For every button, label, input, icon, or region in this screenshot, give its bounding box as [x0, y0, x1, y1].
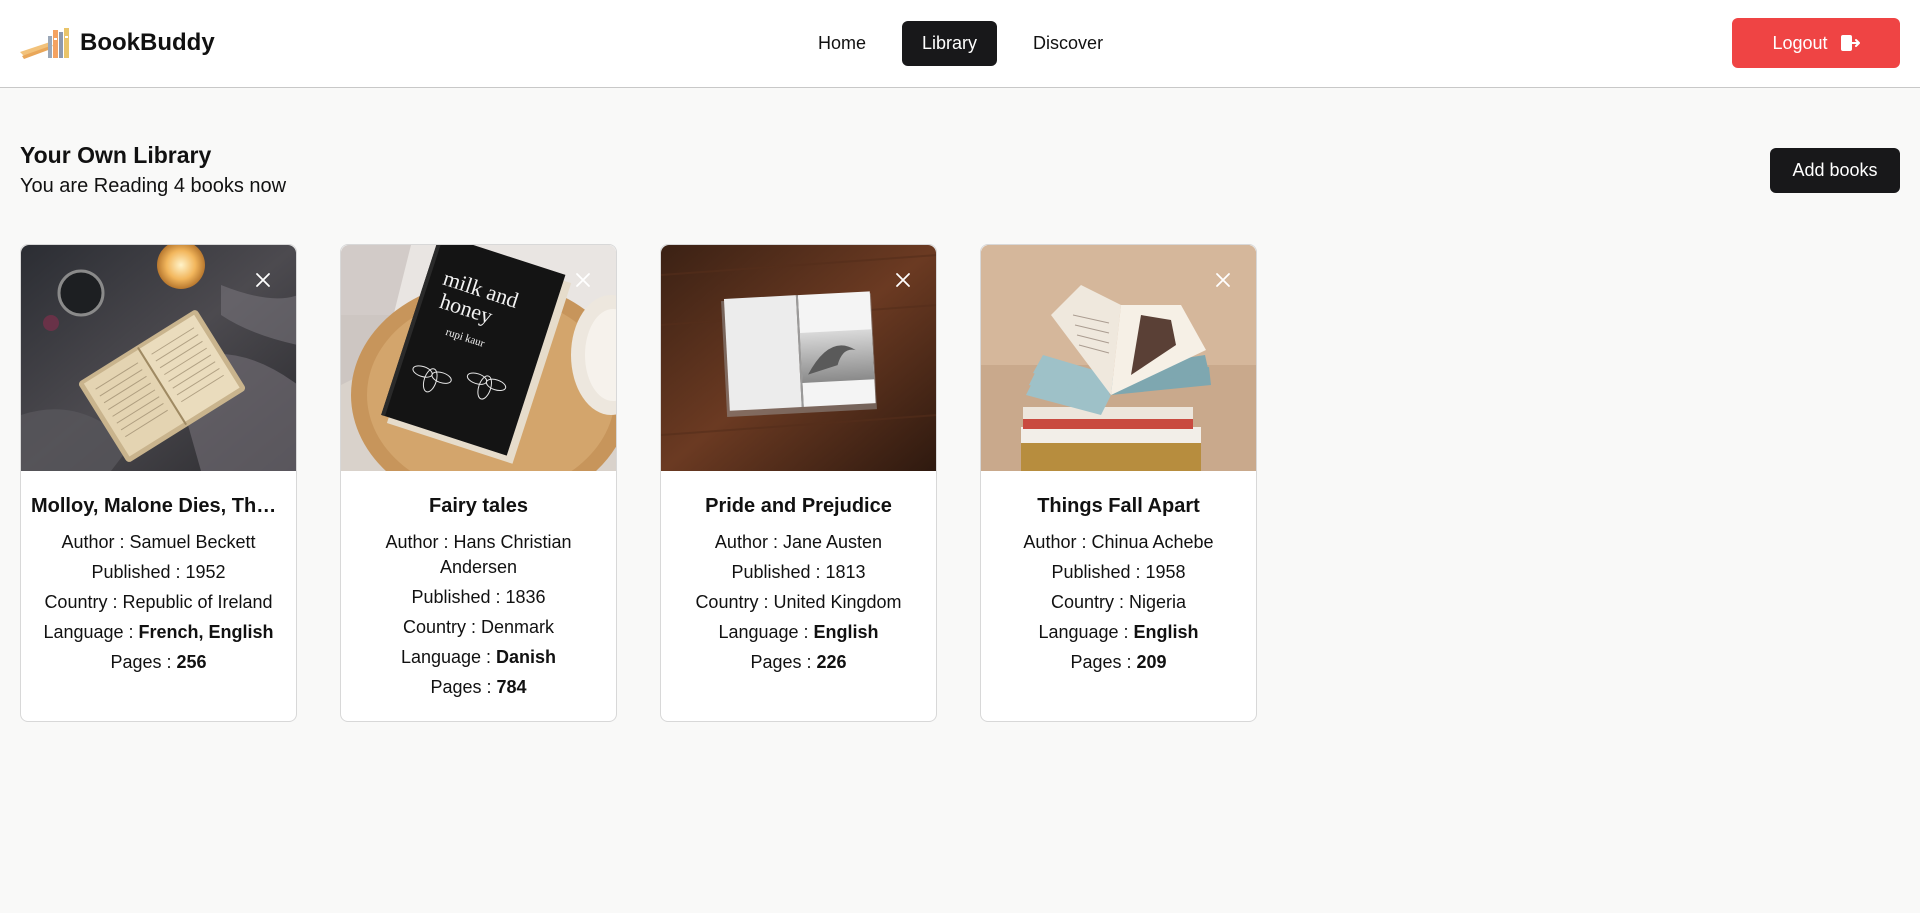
book-card[interactable]: Molloy, Malone Dies, The Unnamable, the …: [20, 244, 297, 722]
country-label: Country :: [1050, 592, 1129, 612]
language-label: Language :: [43, 622, 139, 642]
language-value: English: [813, 622, 879, 642]
nav-home[interactable]: Home: [798, 21, 886, 66]
published-label: Published :: [1051, 562, 1146, 582]
language-value: French, English: [138, 622, 274, 642]
book-card[interactable]: Things Fall Apart Author : Chinua Achebe…: [980, 244, 1257, 722]
language-label: Language :: [400, 647, 497, 667]
logout-icon: [1840, 35, 1860, 51]
country-label: Country :: [695, 592, 774, 612]
book-cover-image: milk and honey rupi kaur: [341, 245, 616, 471]
author-label: Author :: [714, 532, 783, 552]
pages-label: Pages :: [430, 677, 497, 697]
author-value: Hans Christian Andersen: [439, 532, 572, 577]
close-icon[interactable]: [572, 269, 594, 291]
language-label: Language :: [718, 622, 814, 642]
published-value: 1836: [505, 587, 546, 607]
book-info: Author : Jane Austen Published : 1813 Co…: [661, 530, 936, 675]
author-value: Jane Austen: [782, 532, 883, 552]
pages-label: Pages :: [750, 652, 817, 672]
book-title: Fairy tales: [429, 495, 528, 517]
pages-label: Pages :: [110, 652, 177, 672]
pages-label: Pages :: [1070, 652, 1137, 672]
book-title: Things Fall Apart: [1037, 495, 1200, 517]
author-label: Author :: [1023, 532, 1092, 552]
book-info: Author : Samuel Beckett Published : 1952…: [21, 530, 296, 675]
app-name: BookBuddy: [80, 29, 215, 56]
country-value: United Kingdom: [773, 592, 902, 612]
published-value: 1952: [185, 562, 226, 582]
book-card[interactable]: milk and honey rupi kaur Fairy tales Aut…: [340, 244, 617, 722]
book-cover-image: [661, 245, 936, 471]
page-title: Your Own Library: [20, 142, 212, 168]
pages-value: 209: [1136, 652, 1167, 672]
language-value: English: [1133, 622, 1199, 642]
nav-discover[interactable]: Discover: [1013, 21, 1123, 66]
book-grid: Molloy, Malone Dies, The Unnamable, the …: [20, 244, 1257, 722]
close-icon[interactable]: [892, 269, 914, 291]
author-label: Author :: [61, 532, 130, 552]
pages-value: 256: [176, 652, 207, 672]
close-icon[interactable]: [252, 269, 274, 291]
logout-label: Logout: [1772, 32, 1828, 53]
author-value: Samuel Beckett: [129, 532, 256, 552]
close-icon[interactable]: [1212, 269, 1234, 291]
add-books-button[interactable]: Add books: [1770, 148, 1900, 193]
book-info: Author : Chinua Achebe Published : 1958 …: [981, 530, 1256, 675]
country-label: Country :: [44, 592, 123, 612]
published-label: Published :: [731, 562, 826, 582]
book-title: Pride and Prejudice: [705, 495, 892, 517]
pages-value: 784: [496, 677, 527, 697]
nav-library[interactable]: Library: [902, 21, 998, 66]
book-cover-image: [21, 245, 296, 471]
book-card[interactable]: Pride and Prejudice Author : Jane Austen…: [660, 244, 937, 722]
language-label: Language :: [1038, 622, 1134, 642]
main-nav: Home Library Discover: [798, 21, 1123, 66]
library-header: Your Own Library You are Reading 4 books…: [0, 88, 1920, 238]
pages-value: 226: [816, 652, 847, 672]
published-value: 1958: [1145, 562, 1186, 582]
book-cover-image: [981, 245, 1256, 471]
language-value: Danish: [496, 647, 557, 667]
book-title: Molloy, Malone Dies, The Unnamable, the …: [31, 495, 286, 517]
published-label: Published :: [411, 587, 506, 607]
country-value: Nigeria: [1129, 592, 1187, 612]
brand[interactable]: BookBuddy: [20, 26, 215, 60]
country-value: Republic of Ireland: [122, 592, 273, 612]
country-value: Denmark: [481, 617, 555, 637]
books-icon: [20, 28, 69, 59]
logout-button[interactable]: Logout: [1732, 18, 1900, 68]
published-label: Published :: [91, 562, 186, 582]
book-info: Author : Hans Christian Andersen Publish…: [341, 530, 616, 700]
published-value: 1813: [825, 562, 866, 582]
author-label: Author :: [385, 532, 454, 552]
top-navbar: BookBuddy Home Library Discover Logout: [0, 0, 1920, 88]
reading-count: You are Reading 4 books now: [20, 175, 287, 197]
author-value: Chinua Achebe: [1091, 532, 1214, 552]
country-label: Country :: [402, 617, 481, 637]
